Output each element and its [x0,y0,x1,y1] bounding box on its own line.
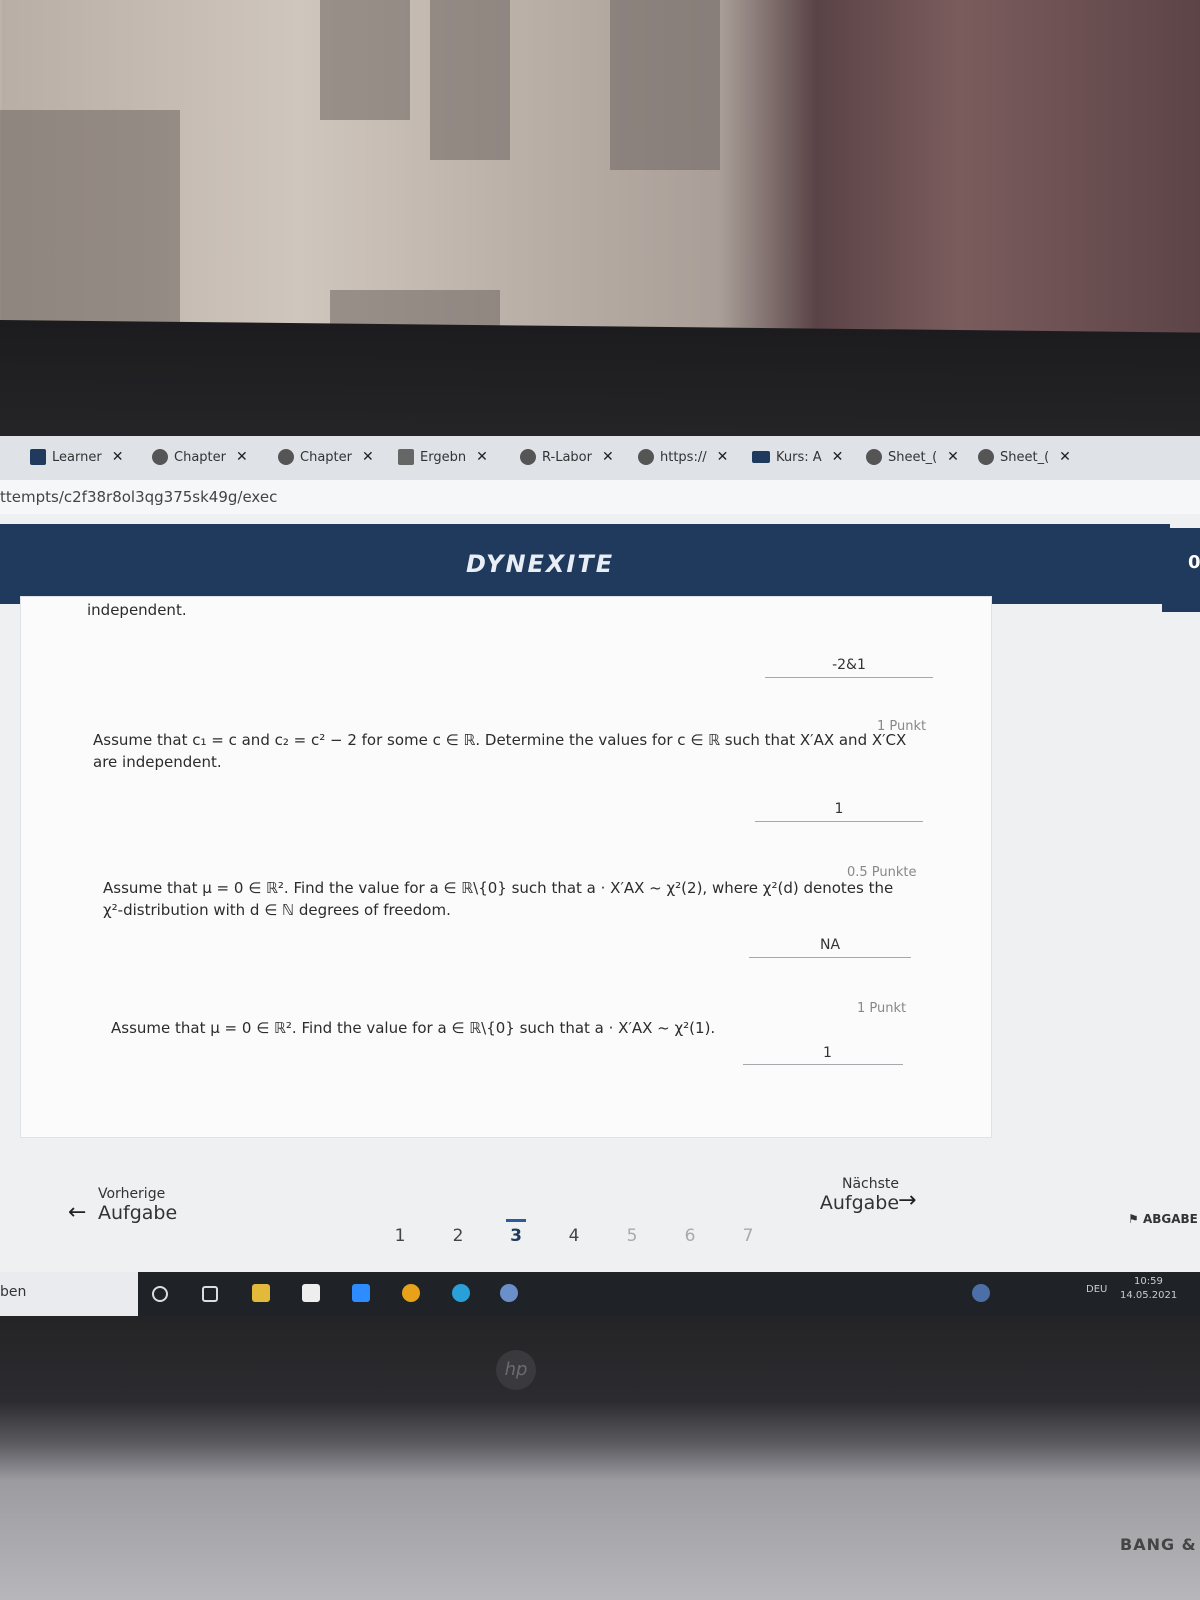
submit-label: ABGABE [1142,1212,1198,1226]
page-2[interactable]: 2 [448,1226,468,1246]
laptop-bezel [0,320,1200,453]
file-explorer-icon[interactable] [252,1284,270,1302]
close-icon[interactable]: ✕ [236,449,248,465]
window-pane [0,110,180,330]
windows-taskbar: ben DEU 10:59 14.05.2021 [0,1272,1200,1316]
r-logo-icon [398,449,414,465]
tab-label: R-Labor [542,449,592,465]
tab-label: Ergebn [420,449,467,465]
answer-field[interactable]: NA [749,933,911,958]
browser-tab[interactable]: https:// ✕ [638,444,728,470]
browser-tab[interactable]: Sheet_( ✕ [866,444,959,470]
tray-date[interactable]: 14.05.2021 [1120,1290,1177,1301]
zoom-icon[interactable] [352,1284,370,1302]
globe-icon [638,449,654,465]
tab-label: Chapter [174,449,226,465]
globe-icon [152,449,168,465]
close-icon[interactable]: ✕ [1059,449,1071,465]
next-task-button[interactable]: Nächste Aufgabe [812,1176,899,1214]
browser-tab[interactable]: Ergebn ✕ [398,444,488,470]
browser-tab[interactable]: Kurs: A ✕ [752,444,843,470]
task-view-icon[interactable] [202,1286,218,1302]
page-3[interactable]: 3 [506,1219,526,1246]
page-1[interactable]: 1 [390,1226,410,1246]
previous-task-button[interactable]: Vorherige Aufgabe [98,1186,177,1224]
search-circle-icon[interactable] [152,1286,168,1302]
edge-icon[interactable] [452,1284,470,1302]
task-pager: 1 2 3 4 5 6 7 [390,1219,758,1246]
taskbar-left-text: ben [0,1284,27,1300]
browser-tab[interactable]: Chapter ✕ [278,444,374,470]
close-icon[interactable]: ✕ [362,449,374,465]
question-text: Assume that c₁ = c and c₂ = c² − 2 for s… [93,731,907,771]
header-right-panel: 0 [1162,528,1200,612]
chrome-icon[interactable] [402,1284,420,1302]
tab-label: Kurs: A [776,449,822,465]
laptop-brand-label: BANG & [1120,1535,1197,1554]
page-4[interactable]: 4 [564,1226,584,1246]
previous-label-big: Aufgabe [98,1202,178,1224]
tab-label: Chapter [300,449,352,465]
hp-logo: hp [496,1350,536,1390]
tab-label: Sheet_( [888,449,938,465]
address-bar[interactable]: ttempts/c2f38r8ol3qg375sk49g/exec [0,480,1200,514]
answer-field[interactable]: 1 [743,1041,903,1065]
dynexite-logo: DYNEXITE [466,550,615,578]
header-right-text: 0 [1188,552,1200,573]
arrow-right-icon[interactable]: → [898,1188,916,1213]
tab-label: Learner [52,449,102,465]
close-icon[interactable]: ✕ [602,449,614,465]
answer-field[interactable]: 1 [755,797,923,822]
question-text: independent. [87,601,187,619]
tray-time[interactable]: 10:59 [1134,1276,1163,1287]
flag-icon: ⚑ [1128,1212,1143,1226]
browser-tab[interactable]: Sheet_( ✕ [978,444,1071,470]
close-icon[interactable]: ✕ [476,449,488,465]
next-label-small: Nächste [842,1176,900,1192]
window-pane [610,0,720,170]
dynexite-header: DYNEXITE [0,524,1170,604]
question-text: Assume that μ = 0 ∈ ℝ². Find the value f… [111,1019,716,1037]
globe-icon [520,449,536,465]
tray-lang[interactable]: DEU [1086,1284,1107,1295]
page-5[interactable]: 5 [622,1226,642,1246]
background-room [0,0,1200,340]
points-label: 1 Punkt [857,1001,907,1016]
url-text: ttempts/c2f38r8ol3qg375sk49g/exec [0,488,278,506]
previous-label-small: Vorherige [98,1186,166,1202]
close-icon[interactable]: ✕ [112,449,124,465]
dynexite-favicon-icon [30,449,46,465]
browser-tab[interactable]: Chapter ✕ [152,444,248,470]
browser-tab-bar: Learner ✕ Chapter ✕ Chapter ✕ Ergebn ✕ R… [0,436,1200,480]
amazon-icon[interactable] [302,1284,320,1302]
close-icon[interactable]: ✕ [717,449,729,465]
answer-field[interactable]: -2&1 [765,653,933,678]
globe-icon [278,449,294,465]
submit-button[interactable]: ⚑ ABGABE [1128,1212,1198,1226]
laptop-screen: Learner ✕ Chapter ✕ Chapter ✕ Ergebn ✕ R… [0,436,1200,1316]
next-label-big: Aufgabe [819,1192,900,1214]
question-text: Assume that μ = 0 ∈ ℝ². Find the value f… [103,879,894,919]
globe-icon [866,449,882,465]
browser-tab[interactable]: Learner ✕ [30,444,123,470]
arrow-left-icon[interactable]: ← [68,1200,86,1225]
taskbar-left-strip: ben [0,1272,138,1316]
globe-icon [978,449,994,465]
page-7[interactable]: 7 [738,1226,758,1246]
close-icon[interactable]: ✕ [832,449,844,465]
page-6[interactable]: 6 [680,1226,700,1246]
help-icon[interactable] [972,1284,990,1302]
tab-label: https:// [660,449,707,465]
close-icon[interactable]: ✕ [947,449,959,465]
tab-label: Sheet_( [1000,449,1050,465]
laptop-keyboard-deck [0,1316,1200,1600]
window-pane [430,0,510,160]
moodle-favicon-icon [752,451,770,463]
question-card: independent. -2&1 1 Punkt Assume that c₁… [20,596,992,1138]
browser-tab[interactable]: R-Labor ✕ [520,444,614,470]
r-studio-icon[interactable] [500,1284,518,1302]
window-pane [320,0,410,120]
